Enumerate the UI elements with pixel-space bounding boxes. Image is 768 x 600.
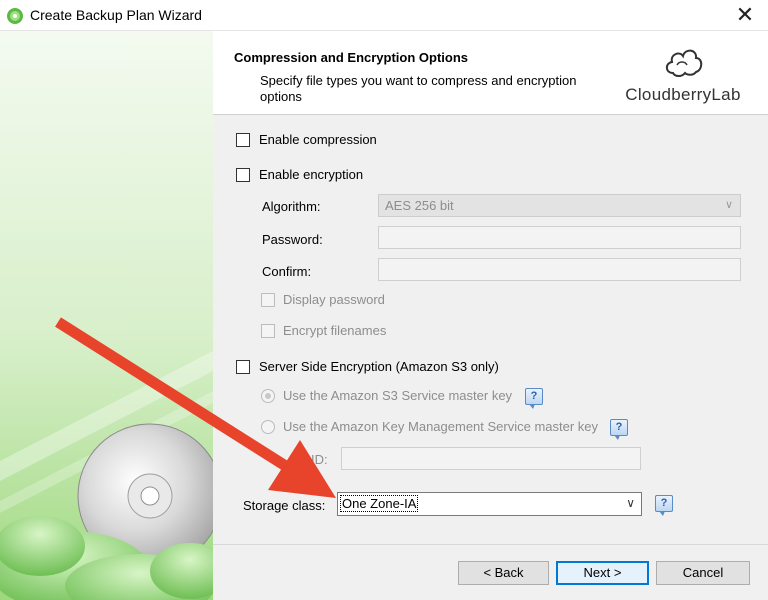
display-password-label[interactable]: Display password	[283, 292, 385, 307]
sse-master-key-radio[interactable]	[261, 389, 275, 403]
page-title: Compression and Encryption Options	[234, 50, 469, 65]
algorithm-value: AES 256 bit	[385, 198, 454, 213]
password-input[interactable]	[378, 226, 741, 249]
kms-id-label: ID:	[311, 452, 328, 467]
kms-master-key-radio[interactable]	[261, 420, 275, 434]
options-panel: Enable compression Enable encryption Alg…	[213, 115, 768, 600]
sse-checkbox[interactable]	[236, 360, 250, 374]
kms-id-input[interactable]	[341, 447, 641, 470]
encrypt-filenames-label[interactable]: Encrypt filenames	[283, 323, 386, 338]
cloudberry-backup-icon	[7, 8, 23, 24]
display-password-checkbox[interactable]	[261, 293, 275, 307]
help-icon[interactable]: ?	[610, 419, 628, 440]
title-bar: Create Backup Plan Wizard ✕	[0, 0, 768, 31]
next-button[interactable]: Next >	[556, 561, 649, 585]
page-subtitle: Specify file types you want to compress …	[260, 73, 577, 104]
back-button[interactable]: < Back	[458, 561, 549, 585]
wizard-side-art	[0, 31, 213, 600]
cloudberry-logo: CloudberryLab	[618, 41, 748, 107]
cloud-icon	[665, 49, 703, 77]
button-separator	[213, 544, 768, 545]
help-icon[interactable]: ?	[525, 388, 543, 409]
close-icon: ✕	[735, 2, 755, 27]
confirm-password-input[interactable]	[378, 258, 741, 281]
algorithm-label: Algorithm:	[262, 199, 321, 214]
wizard-header: Compression and Encryption Options Speci…	[213, 31, 768, 115]
password-label: Password:	[262, 232, 323, 247]
storage-class-label: Storage class:	[243, 498, 326, 513]
chevron-down-icon: ∨	[724, 199, 733, 211]
sse-label[interactable]: Server Side Encryption (Amazon S3 only)	[259, 359, 499, 374]
sse-master-key-label[interactable]: Use the Amazon S3 Service master key	[283, 388, 512, 403]
storage-class-value: One Zone-IA	[339, 495, 419, 512]
enable-encryption-checkbox[interactable]	[236, 168, 250, 182]
storage-class-select[interactable]: One Zone-IA ∨	[337, 492, 642, 516]
confirm-label: Confirm:	[262, 264, 312, 279]
help-icon[interactable]: ?	[655, 495, 673, 516]
enable-compression-checkbox[interactable]	[236, 133, 250, 147]
kms-master-key-label[interactable]: Use the Amazon Key Management Service ma…	[283, 419, 598, 434]
window-title: Create Backup Plan Wizard	[30, 7, 202, 23]
logo-text: CloudberryLab	[625, 85, 741, 104]
enable-encryption-label[interactable]: Enable encryption	[259, 167, 363, 182]
cd-disc-icon	[0, 31, 213, 600]
enable-compression-label[interactable]: Enable compression	[259, 132, 377, 147]
cancel-button[interactable]: Cancel	[656, 561, 750, 585]
chevron-down-icon: ∨	[626, 496, 635, 510]
close-button[interactable]: ✕	[722, 0, 768, 31]
encrypt-filenames-checkbox[interactable]	[261, 324, 275, 338]
algorithm-select[interactable]: AES 256 bit ∨	[378, 194, 741, 217]
